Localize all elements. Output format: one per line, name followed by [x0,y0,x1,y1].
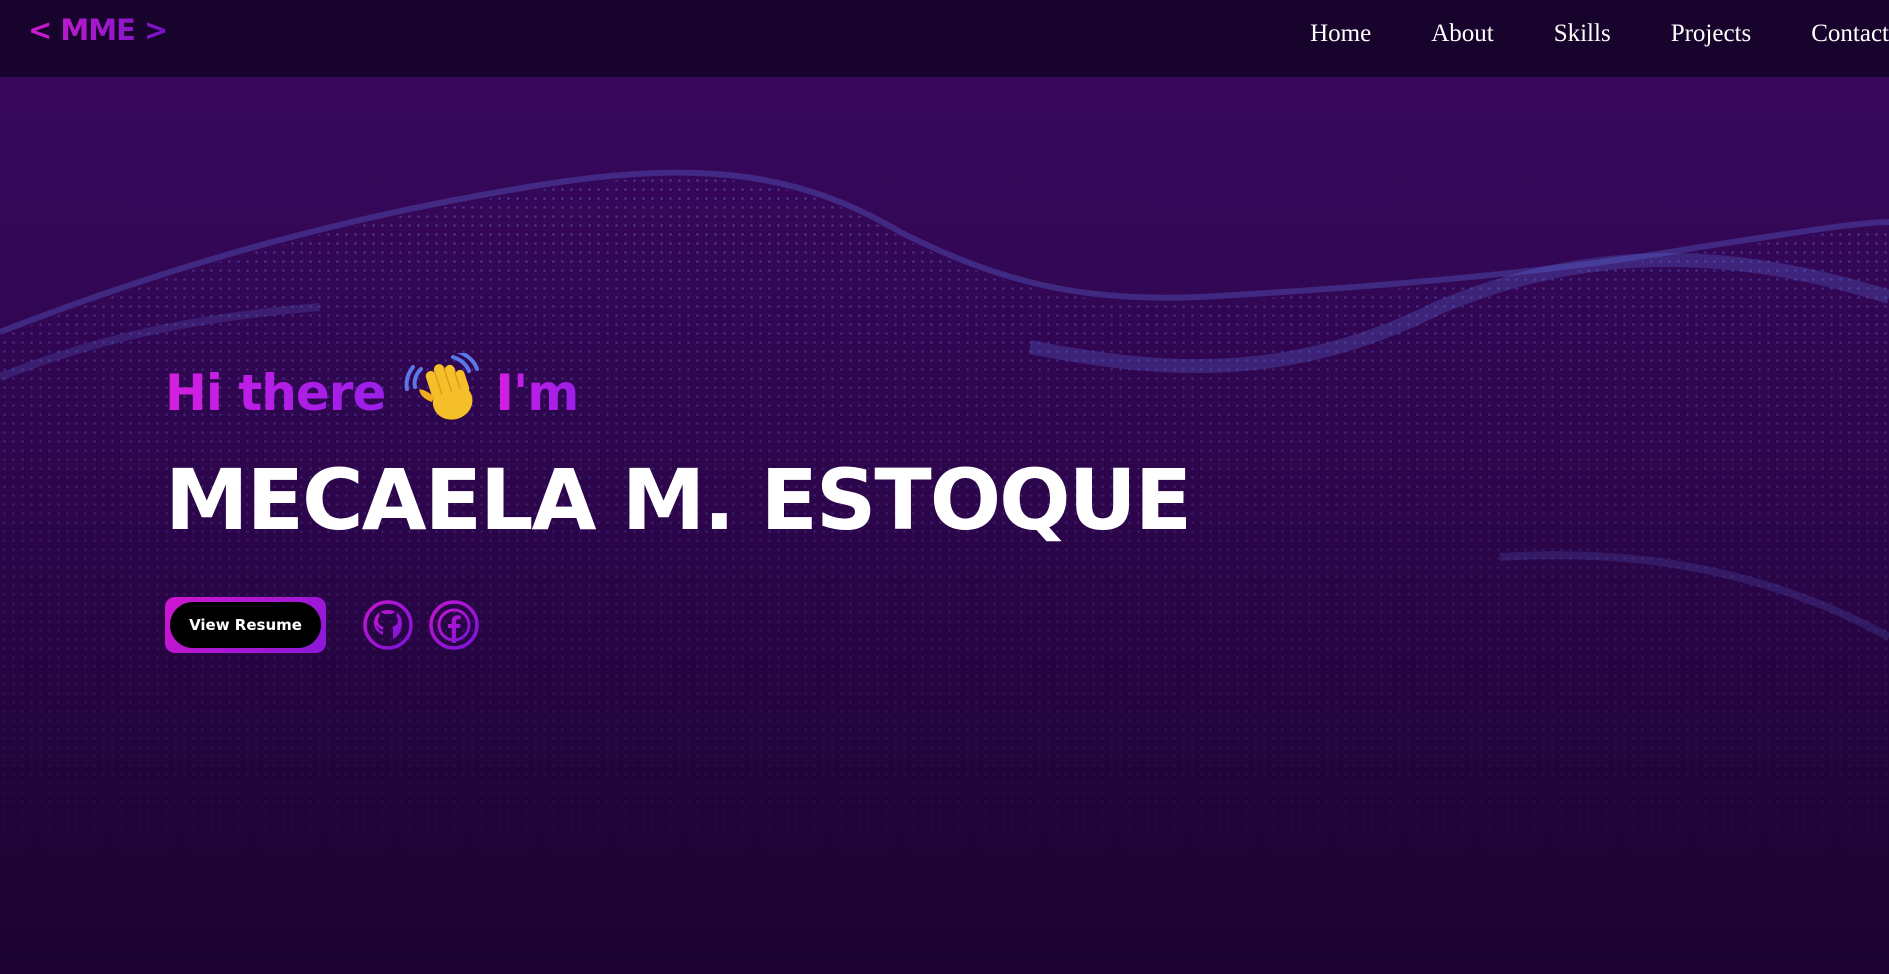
hero-name: MECAELA M. ESTOQUE [165,451,1192,549]
nav-link-skills[interactable]: Skills [1554,20,1611,48]
nav-link-home[interactable]: Home [1310,20,1371,48]
nav-link-projects[interactable]: Projects [1671,20,1752,48]
github-icon[interactable] [362,599,414,651]
nav-link-about[interactable]: About [1431,20,1494,48]
nav-links: Home About Skills Projects Contact [1250,0,1889,68]
site-logo[interactable]: < MME > [28,10,168,50]
nav-link-contact[interactable]: Contact [1811,20,1889,48]
hero-greeting: Hi there I'm [165,349,1190,431]
facebook-icon[interactable] [428,599,480,651]
view-resume-label[interactable]: View Resume [170,602,321,648]
landing-page: < MME > Home About Skills Projects Conta… [0,0,1889,974]
greeting-suffix: I'm [495,361,579,425]
view-resume-button[interactable]: View Resume [165,597,326,653]
waving-hand-icon [403,349,483,429]
greeting-prefix: Hi there [165,361,386,425]
hero-actions: View Resume [165,597,480,653]
hero-section: Hi there I'm MECAELA M. ESTOQUE [165,349,1192,549]
navbar: < MME > Home About Skills Projects Conta… [0,0,1889,77]
